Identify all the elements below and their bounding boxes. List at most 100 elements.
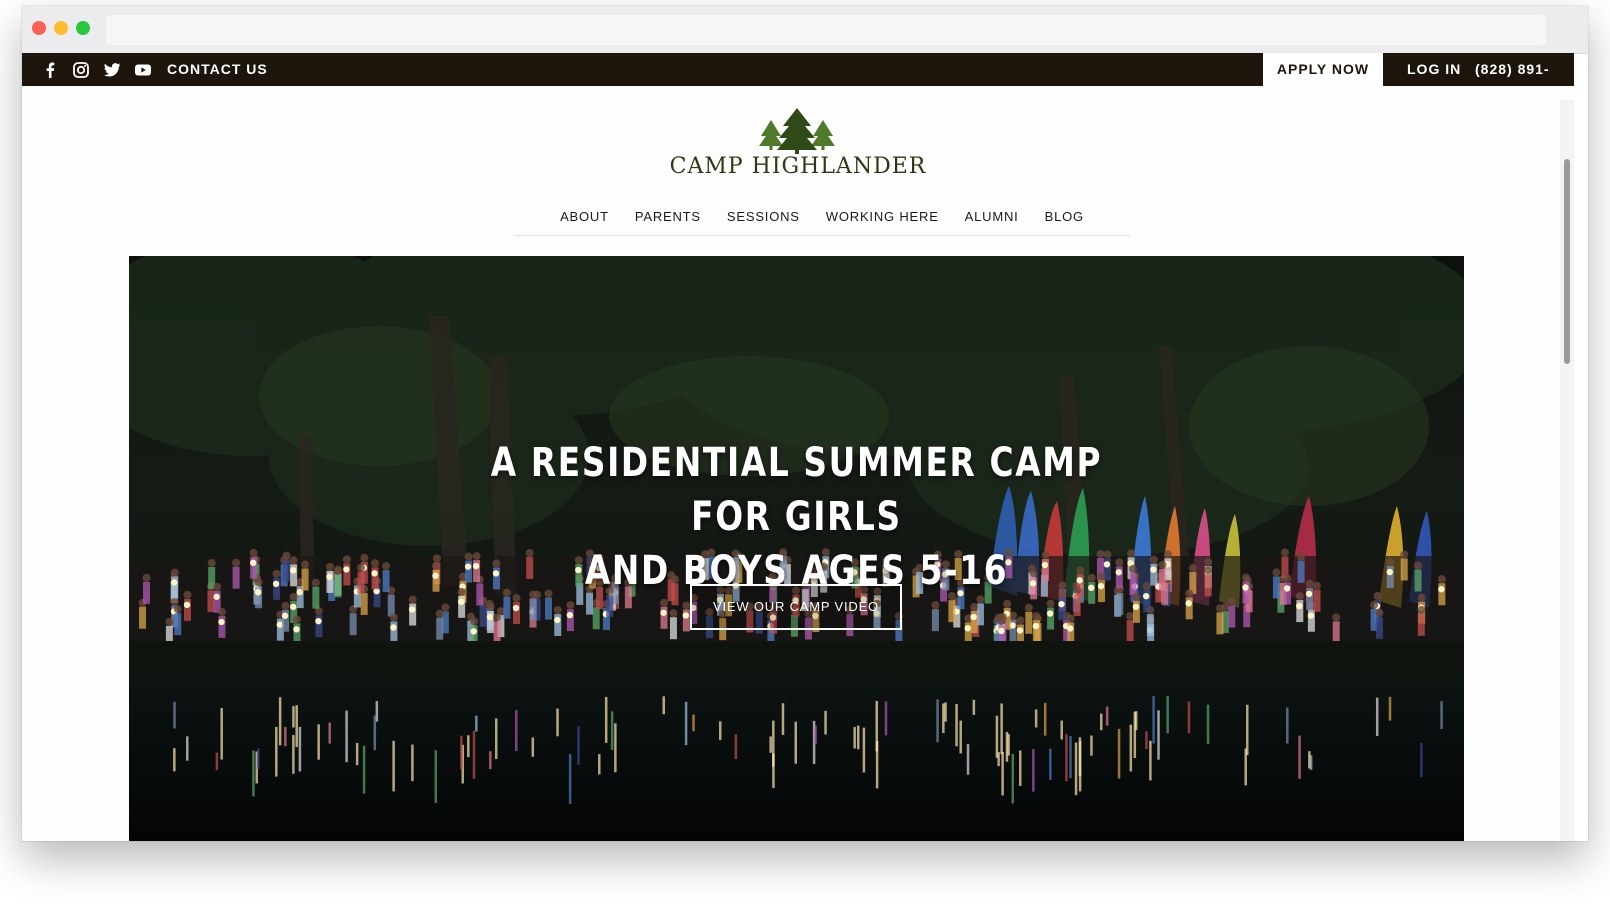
camper-head <box>1305 579 1314 588</box>
minimize-window-button[interactable] <box>54 21 68 35</box>
camper-figure <box>1116 592 1124 615</box>
camper-head <box>1283 574 1292 583</box>
candle-light <box>1046 610 1054 617</box>
camper-head <box>457 587 466 596</box>
candle-reflection <box>568 754 572 804</box>
candle-light <box>171 579 178 586</box>
hero-banner: A RESIDENTIAL SUMMER CAMP FOR GIRLS AND … <box>129 256 1464 841</box>
hero-headline-line-1: A RESIDENTIAL SUMMER CAMP FOR GIRLS <box>490 440 1103 540</box>
camper-figure <box>1414 569 1422 592</box>
youtube-icon[interactable] <box>133 60 153 80</box>
candle-reflection <box>1152 696 1155 744</box>
candle-reflection <box>995 715 999 758</box>
camper-head <box>1373 591 1382 600</box>
candle-light <box>213 593 220 600</box>
camper-head <box>464 552 473 561</box>
camper-head <box>360 553 369 562</box>
camper-head <box>289 592 298 601</box>
candle-reflection <box>215 752 219 771</box>
candle-light <box>1150 566 1157 573</box>
candle-light <box>1185 600 1192 607</box>
close-window-button[interactable] <box>32 21 46 35</box>
view-camp-video-button[interactable]: VIEW OUR CAMP VIDEO <box>690 584 902 630</box>
candle-reflection <box>1246 704 1249 756</box>
camper-head <box>432 561 441 570</box>
candle-reflection <box>972 699 976 715</box>
nav-item-blog[interactable]: BLOG <box>1032 205 1097 235</box>
camper-head <box>213 582 222 591</box>
phone-number[interactable]: (828) 891-7721 <box>1475 53 1574 110</box>
candle-reflection <box>278 697 282 746</box>
candle-light <box>1296 602 1303 610</box>
camper-figure <box>301 568 309 591</box>
site-logo-text[interactable]: CAMP HIGHLANDER <box>562 154 1034 179</box>
nav-item-about[interactable]: ABOUT <box>547 205 622 235</box>
nav-item-parents[interactable]: PARENTS <box>622 205 714 235</box>
candle-reflection <box>875 700 879 752</box>
candle-light <box>1132 603 1140 611</box>
candle-reflection <box>411 744 414 781</box>
candle-reflection <box>292 735 295 774</box>
candle-light <box>554 616 561 624</box>
camper-head <box>486 603 495 612</box>
camper-head <box>441 603 450 612</box>
camper-figure <box>948 600 956 623</box>
candle-light <box>371 570 378 577</box>
camper-head <box>1127 549 1136 558</box>
camper-figure <box>1313 589 1321 612</box>
camper-figure <box>1400 558 1408 581</box>
camper-head <box>254 578 263 587</box>
candle-reflection <box>298 726 302 772</box>
candle-reflection <box>662 696 666 715</box>
scrollbar-thumb[interactable] <box>1564 159 1570 364</box>
log-in-link[interactable]: LOG IN <box>1407 53 1461 86</box>
nav-item-sessions[interactable]: SESSIONS <box>714 205 813 235</box>
candle-reflection <box>434 750 438 803</box>
candle-reflection <box>824 710 827 735</box>
camper-figure <box>1375 616 1383 639</box>
candle-light <box>390 624 397 631</box>
camper-head <box>1227 597 1236 606</box>
candle-reflection <box>1090 735 1093 756</box>
candle-reflection <box>257 748 260 770</box>
camper-figure <box>1272 576 1280 599</box>
candle-reflection <box>1134 711 1138 731</box>
candle-reflection <box>1157 710 1160 760</box>
candle-reflection <box>614 723 617 773</box>
pine-trees-logo-icon[interactable] <box>757 108 837 154</box>
camper-head <box>1066 614 1075 623</box>
nav-item-working-here[interactable]: WORKING HERE <box>813 205 952 235</box>
apply-now-button[interactable]: APPLY NOW <box>1263 53 1383 86</box>
nav-item-alumni[interactable]: ALUMNI <box>952 205 1032 235</box>
camper-head <box>1204 558 1213 567</box>
camper-figure <box>476 583 484 606</box>
candle-light <box>408 606 416 613</box>
camper-head <box>1297 552 1306 561</box>
maximize-window-button[interactable] <box>76 21 90 35</box>
instagram-icon[interactable] <box>71 60 91 80</box>
candle-light <box>1386 568 1393 576</box>
candle-reflection <box>1001 752 1004 796</box>
candle-reflection <box>853 727 856 749</box>
camper-head <box>997 616 1006 625</box>
candle-light <box>457 598 465 606</box>
main-navigation: ABOUT PARENTS SESSIONS WORKING HERE ALUM… <box>514 205 1130 236</box>
camper-figure <box>232 566 240 589</box>
camper-figure <box>1158 568 1166 591</box>
page-scrollbar[interactable] <box>1560 100 1574 841</box>
candle-light <box>1307 612 1315 619</box>
camper-figure <box>360 592 368 615</box>
camper-figure <box>1025 611 1033 634</box>
candle-light <box>1283 585 1291 592</box>
candle-reflection <box>467 735 470 758</box>
candle-reflection <box>684 701 688 746</box>
camper-head <box>1142 582 1151 591</box>
twitter-icon[interactable] <box>102 60 122 80</box>
facebook-icon[interactable] <box>40 60 60 80</box>
camper-head <box>325 562 334 571</box>
address-bar[interactable] <box>106 15 1546 45</box>
camper-head <box>389 613 398 622</box>
contact-us-link[interactable]: CONTACT US <box>167 53 268 86</box>
candle-reflection <box>1100 713 1103 731</box>
candle-reflection <box>1206 704 1210 745</box>
